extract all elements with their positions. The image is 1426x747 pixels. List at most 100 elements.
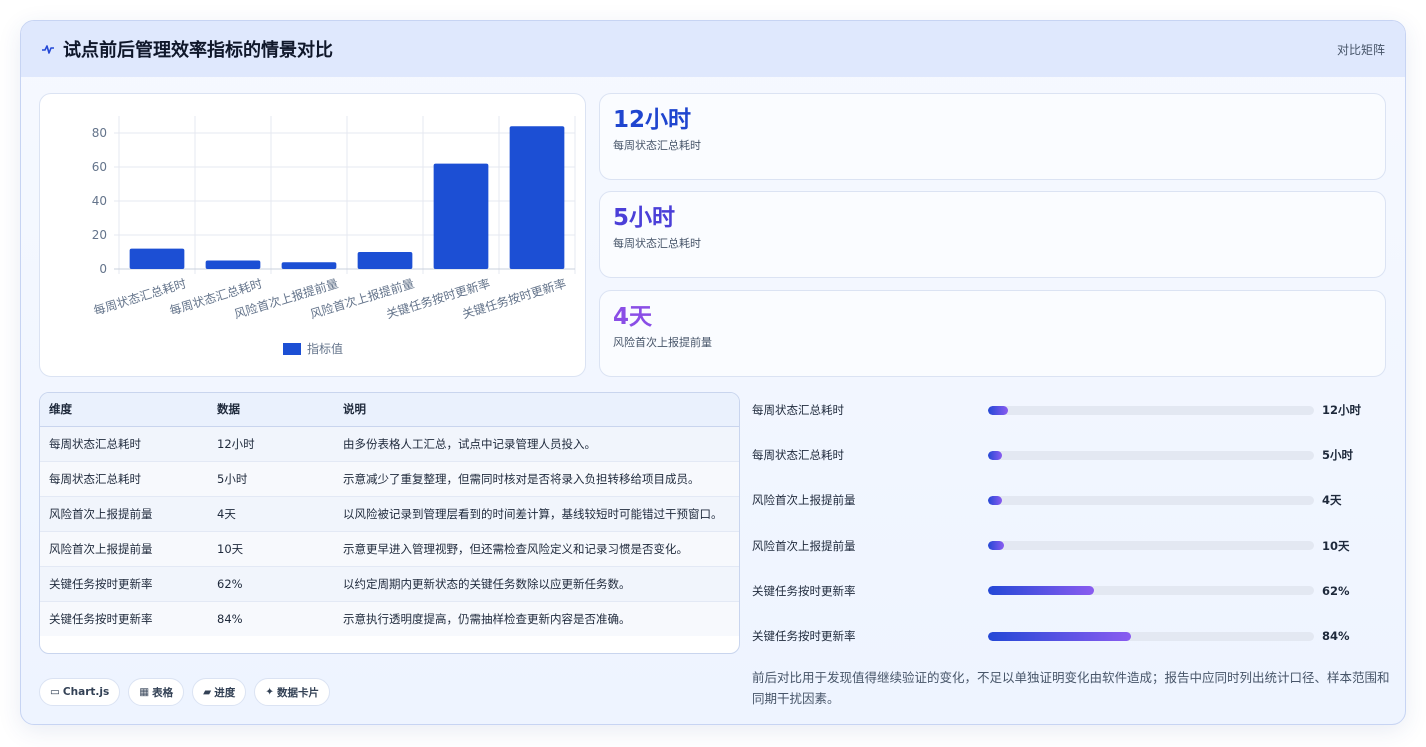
cell-data: 84%	[208, 601, 334, 636]
bar	[129, 248, 185, 269]
progress-label: 每周状态汇总耗时	[752, 448, 844, 463]
progress-fill	[988, 631, 1132, 641]
bar-chart-card: 0 20 40 60 80 每周状态汇总耗时 每周状态汇总耗时 风险首次上报提前量 风险首次上报…	[39, 93, 586, 377]
stat-label: 风险首次上报提前量	[613, 336, 712, 349]
progress-value: 84%	[1322, 629, 1350, 643]
tag-icon: ▰	[203, 686, 212, 698]
pulse-icon	[42, 45, 54, 54]
progress-track	[988, 631, 1314, 641]
progress-row: 关键任务按时更新率 84%	[752, 626, 1372, 646]
progress-track	[988, 405, 1314, 415]
bar	[509, 126, 565, 269]
cell-note: 示意更早进入管理视野，但还需检查风险定义和记录习惯是否变化。	[334, 531, 739, 567]
cell-data: 5小时	[208, 461, 334, 497]
tag-chip[interactable]: ▭ Chart.js	[39, 678, 121, 706]
cell-note: 以约定周期内更新状态的关键任务数除以应更新任务数。	[334, 566, 739, 602]
table-row: 关键任务按时更新率 62% 以约定周期内更新状态的关键任务数除以应更新任务数。	[40, 566, 739, 602]
stat-value: 4天	[613, 304, 653, 330]
tag-label: 数据卡片	[277, 686, 320, 699]
progress-value: 12小时	[1322, 403, 1362, 417]
cell-data: 4天	[208, 496, 334, 532]
progress-row: 风险首次上报提前量 4天	[752, 490, 1372, 510]
progress-track	[988, 450, 1314, 460]
bar	[205, 260, 261, 269]
tag-label: 表格	[152, 686, 174, 699]
y-tick-label: 40	[92, 194, 107, 208]
cell-note: 示意减少了重复整理，但需同时核对是否将录入负担转移给项目成员。	[334, 461, 739, 497]
cell-dimension: 风险首次上报提前量	[40, 531, 208, 567]
bar	[357, 252, 413, 269]
stat-label: 每周状态汇总耗时	[613, 139, 701, 152]
progress-row: 每周状态汇总耗时 12小时	[752, 400, 1372, 420]
stat-card: 4天风险首次上报提前量	[599, 290, 1386, 377]
y-tick-label: 80	[92, 126, 107, 140]
y-tick-label: 60	[92, 160, 107, 174]
cell-note: 示意执行透明度提高，仍需抽样检查更新内容是否准确。	[334, 601, 739, 636]
progress-row: 每周状态汇总耗时 5小时	[752, 445, 1372, 465]
bar-chart: 020406080每周状态汇总耗时每周状态汇总耗时风险首次上报提前量风险首次上报…	[92, 116, 576, 356]
col-header-dimension: 维度	[40, 393, 208, 427]
cell-dimension: 风险首次上报提前量	[40, 496, 208, 532]
y-tick-label: 20	[92, 228, 107, 242]
stat-card: 5小时每周状态汇总耗时	[599, 191, 1386, 278]
table-row: 每周状态汇总耗时 12小时 由多份表格人工汇总，试点中记录管理人员投入。	[40, 426, 739, 462]
footnote: 前后对比用于发现值得继续验证的变化，不足以单独证明变化由软件造成；报告中应同时列…	[752, 670, 1390, 706]
cell-data: 62%	[208, 566, 334, 602]
tag-label: 进度	[214, 686, 236, 699]
progress-fill	[988, 495, 1002, 505]
cell-note: 由多份表格人工汇总，试点中记录管理人员投入。	[334, 426, 739, 462]
legend-swatch	[283, 343, 301, 355]
bar	[433, 163, 489, 269]
table-row: 关键任务按时更新率 84% 示意执行透明度提高，仍需抽样检查更新内容是否准确。	[40, 601, 739, 636]
cell-note: 以风险被记录到管理层看到的时间差计算，基线较短时可能错过干预窗口。	[334, 496, 739, 532]
data-table: 维度 数据 说明 每周状态汇总耗时 12小时 由多份表格人工汇总，试点中记录管理人员…	[39, 392, 740, 654]
progress-track	[988, 495, 1314, 505]
cell-dimension: 关键任务按时更新率	[40, 566, 208, 602]
progress-fill	[988, 405, 1008, 415]
progress-label: 风险首次上报提前量	[752, 493, 856, 508]
tag-icon: ▦	[139, 686, 150, 698]
tag-list: ▭ Chart.js ▦ 表格 ▰ 进度 ✦ 数据卡片	[39, 678, 331, 706]
cell-data: 10天	[208, 531, 334, 567]
tag-chip[interactable]: ▰ 进度	[192, 678, 247, 706]
col-header-data: 数据	[208, 393, 334, 427]
progress-label: 风险首次上报提前量	[752, 538, 856, 553]
progress-track	[988, 541, 1314, 551]
progress-value: 4天	[1322, 493, 1342, 508]
bar	[281, 262, 337, 269]
panel-header: 试点前后管理效率指标的情景对比 对比矩阵	[21, 21, 1405, 77]
progress-label: 每周状态汇总耗时	[752, 403, 844, 417]
progress-row: 风险首次上报提前量 10天	[752, 536, 1372, 556]
stat-card: 12小时每周状态汇总耗时	[599, 93, 1386, 180]
cell-dimension: 每周状态汇总耗时	[40, 461, 208, 497]
progress-value: 10天	[1322, 538, 1350, 553]
cell-data: 12小时	[208, 426, 334, 462]
progress-track	[988, 586, 1314, 596]
page-title: 试点前后管理效率指标的情景对比	[63, 40, 333, 61]
progress-label: 关键任务按时更新率	[752, 583, 856, 598]
progress-label: 关键任务按时更新率	[752, 629, 856, 643]
legend-label: 指标值	[307, 341, 343, 356]
header-left: 试点前后管理效率指标的情景对比	[41, 36, 333, 62]
col-header-note: 说明	[334, 393, 739, 427]
progress-fill	[988, 541, 1005, 551]
y-tick-label: 0	[99, 262, 107, 276]
tag-icon: ▭	[50, 686, 60, 698]
progress-row: 关键任务按时更新率 62%	[752, 581, 1372, 601]
stat-label: 每周状态汇总耗时	[613, 237, 701, 250]
progress-fill	[988, 450, 1002, 460]
table-row: 风险首次上报提前量 10天 示意更早进入管理视野，但还需检查风险定义和记录习惯是否变…	[40, 531, 739, 567]
stat-value: 5小时	[613, 205, 676, 231]
stat-value: 12小时	[613, 107, 692, 133]
tag-label: Chart.js	[62, 686, 110, 698]
cell-dimension: 每周状态汇总耗时	[40, 426, 208, 462]
matrix-link[interactable]: 对比矩阵	[1337, 41, 1385, 58]
tag-chip[interactable]: ▦ 表格	[128, 678, 185, 706]
tag-chip[interactable]: ✦ 数据卡片	[254, 678, 331, 706]
table-row: 风险首次上报提前量 4天 以风险被记录到管理层看到的时间差计算，基线较短时可能错过干…	[40, 496, 739, 532]
progress-value: 62%	[1322, 583, 1350, 598]
progress-value: 5小时	[1322, 448, 1354, 463]
table-row: 每周状态汇总耗时 5小时 示意减少了重复整理，但需同时核对是否将录入负担转移给项目成…	[40, 461, 739, 497]
tag-icon: ✦	[265, 686, 275, 698]
cell-dimension: 关键任务按时更新率	[40, 601, 208, 636]
